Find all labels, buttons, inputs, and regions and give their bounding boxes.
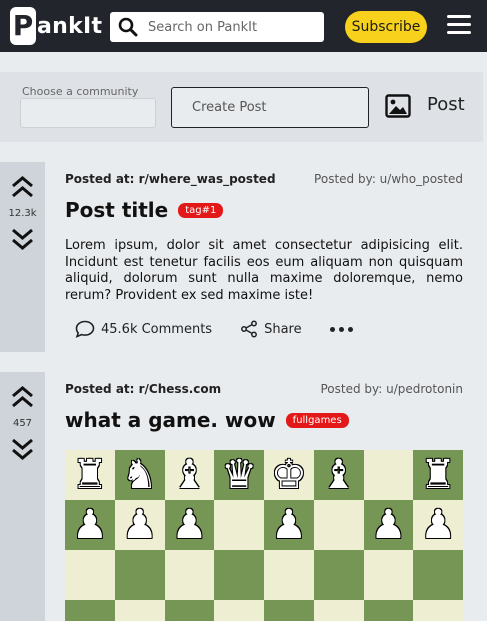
chess-square: ♟: [65, 500, 115, 550]
chess-square: [214, 500, 264, 550]
posted-by[interactable]: Posted by: u/pedrotonin: [321, 382, 464, 396]
chess-square: ♟: [363, 500, 414, 550]
chess-square: [264, 600, 314, 621]
hamburger-menu-icon[interactable]: [447, 15, 471, 35]
post-tag[interactable]: fullgames: [285, 412, 349, 428]
post-button[interactable]: Post: [427, 94, 465, 115]
posted-at[interactable]: Posted at: r/where_was_posted: [65, 172, 276, 186]
logo-text: ankIt: [37, 13, 103, 39]
chess-square: [363, 600, 414, 621]
post-actions: 45.6k Comments Share: [75, 320, 357, 338]
vote-count: 12.3k: [8, 208, 37, 219]
title-row: what a game. wow fullgames: [65, 408, 349, 432]
post-title[interactable]: Post title: [65, 198, 168, 222]
top-navbar: P ankIt Subscribe: [0, 0, 487, 52]
chess-square: [214, 600, 264, 621]
post-card: 457 Posted at: r/Chess.com Posted by: u/…: [0, 372, 483, 621]
search-icon: [118, 17, 138, 37]
chess-square: ♟: [164, 500, 215, 550]
more-options-icon[interactable]: [329, 326, 357, 332]
chess-square: ♟: [264, 500, 314, 550]
posted-by[interactable]: Posted by: u/who_posted: [314, 172, 463, 186]
search-box[interactable]: [110, 12, 324, 42]
vote-count: 457: [12, 418, 33, 429]
create-post-bar: Choose a community Create Post Post: [0, 72, 483, 142]
share-button[interactable]: Share: [240, 320, 302, 338]
chess-square: ♛: [214, 450, 264, 500]
share-label: Share: [264, 321, 302, 337]
downvote-icon[interactable]: [11, 228, 34, 254]
chess-square: [313, 600, 364, 621]
comment-icon: [75, 320, 95, 338]
vote-column: 12.3k: [0, 162, 45, 352]
community-label: Choose a community: [22, 85, 139, 98]
post-card: 12.3k Posted at: r/where_was_posted Post…: [0, 162, 483, 352]
chess-square: ♚: [264, 450, 314, 500]
community-select[interactable]: [20, 98, 156, 128]
post-body: Posted at: r/where_was_posted Posted by:…: [45, 162, 483, 352]
chess-board-image: ♜ ♞ ♝ ♛ ♚ ♝ ♜ ♟ ♟ ♟ ♟ ♟ ♟: [65, 450, 463, 621]
chess-square: [65, 600, 115, 621]
chess-square: [65, 550, 115, 600]
subscribe-button[interactable]: Subscribe: [345, 11, 427, 43]
comments-button[interactable]: 45.6k Comments: [75, 320, 212, 338]
chess-square: ♝: [313, 450, 364, 500]
upvote-icon[interactable]: [11, 386, 34, 412]
chess-square: [164, 550, 215, 600]
chess-square: [313, 500, 364, 550]
chess-square: [363, 550, 414, 600]
chess-square: [164, 600, 215, 621]
chess-square: [264, 550, 314, 600]
post-title[interactable]: what a game. wow: [65, 408, 276, 432]
image-upload-icon[interactable]: [385, 94, 411, 118]
comments-count: 45.6k Comments: [101, 321, 213, 337]
chess-square: [413, 550, 463, 600]
search-input[interactable]: [148, 19, 308, 35]
chess-square: ♜: [413, 450, 463, 500]
chess-square: ♞: [114, 450, 165, 500]
chess-square: [214, 550, 264, 600]
logo-p-mark: P: [10, 7, 36, 45]
chess-square: ♝: [164, 450, 215, 500]
chess-square: [413, 600, 463, 621]
post-content: Lorem ipsum, dolor sit amet consectetur …: [65, 238, 463, 303]
chess-square: [363, 450, 414, 500]
post-tag[interactable]: tag#1: [178, 202, 224, 218]
post-body: Posted at: r/Chess.com Posted by: u/pedr…: [45, 372, 483, 621]
title-row: Post title tag#1: [65, 198, 224, 222]
posted-at[interactable]: Posted at: r/Chess.com: [65, 382, 221, 396]
chess-square: [114, 600, 165, 621]
chess-square: ♟: [114, 500, 165, 550]
downvote-icon[interactable]: [11, 438, 34, 464]
chess-square: [313, 550, 364, 600]
pankit-logo[interactable]: P ankIt: [10, 7, 102, 45]
chess-square: ♟: [413, 500, 463, 550]
share-icon: [241, 320, 258, 338]
vote-column: 457: [0, 372, 45, 621]
chess-square: [114, 550, 165, 600]
chess-square: ♜: [65, 450, 115, 500]
create-post-input[interactable]: Create Post: [171, 87, 369, 128]
upvote-icon[interactable]: [11, 176, 34, 202]
